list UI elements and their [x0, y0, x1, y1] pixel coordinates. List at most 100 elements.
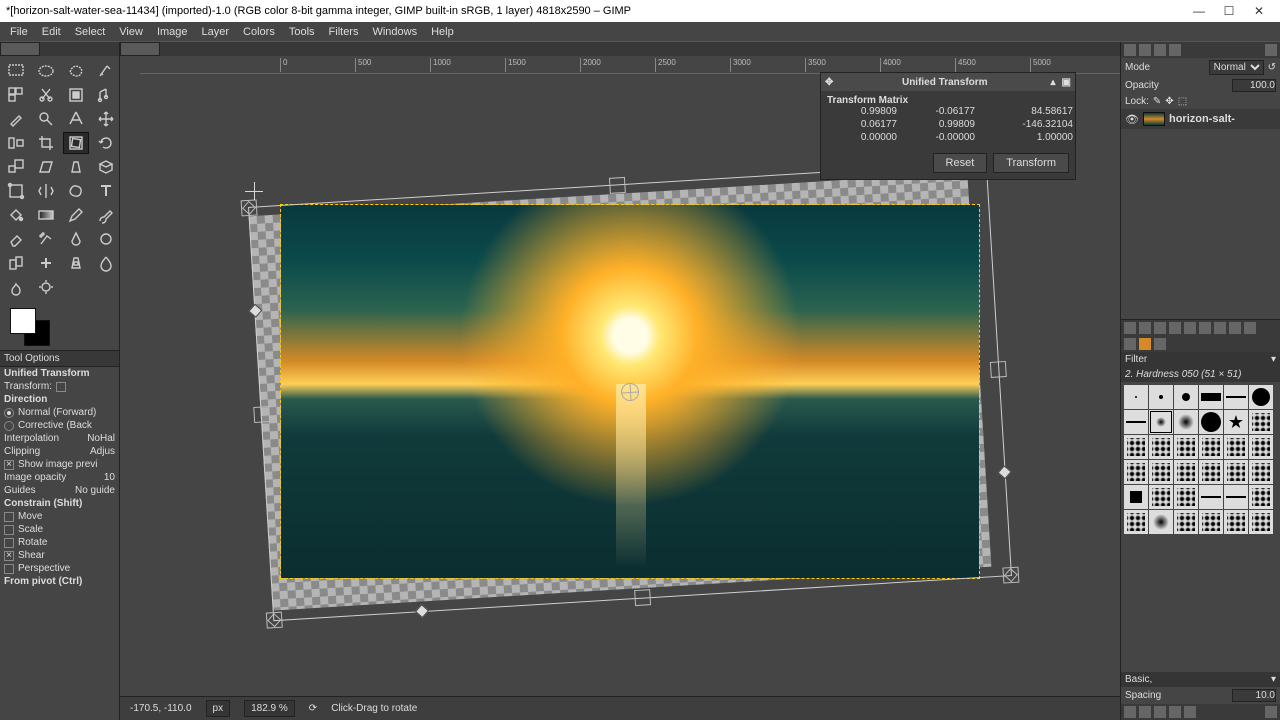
- ut-close-icon[interactable]: ▣: [1062, 77, 1071, 88]
- layer-visibility-icon[interactable]: 👁: [1125, 113, 1139, 126]
- opt-transform-target[interactable]: [56, 382, 66, 392]
- tool-airbrush[interactable]: [33, 228, 59, 250]
- menu-select[interactable]: Select: [69, 24, 112, 40]
- status-zoom[interactable]: 182.9 %: [244, 700, 295, 717]
- tool-align[interactable]: [3, 132, 29, 154]
- tool-gradient[interactable]: [33, 204, 59, 226]
- brush[interactable]: [1124, 510, 1148, 534]
- ut-reset-button[interactable]: Reset: [933, 153, 988, 173]
- layer-delete-icon[interactable]: [1244, 322, 1256, 334]
- brush-new-icon[interactable]: [1139, 706, 1151, 718]
- menu-windows[interactable]: Windows: [366, 24, 423, 40]
- opt-show-preview[interactable]: Show image previ: [0, 458, 119, 471]
- brush-refresh-icon[interactable]: [1184, 706, 1196, 718]
- tool-paths[interactable]: [93, 84, 119, 106]
- tool-eraser[interactable]: [3, 228, 29, 250]
- tool-by-color[interactable]: [3, 84, 29, 106]
- brush[interactable]: [1224, 385, 1248, 409]
- menu-colors[interactable]: Colors: [237, 24, 281, 40]
- tab-undo-icon[interactable]: [1169, 44, 1181, 56]
- brush[interactable]: [1149, 435, 1173, 459]
- brush-filter-row[interactable]: Filter▾: [1121, 352, 1280, 367]
- brush[interactable]: [1174, 385, 1198, 409]
- brush[interactable]: [1124, 385, 1148, 409]
- brush[interactable]: [1224, 510, 1248, 534]
- brush[interactable]: [1174, 410, 1198, 434]
- unified-transform-panel[interactable]: ✥ Unified Transform ▴ ▣ Transform Matrix…: [820, 72, 1076, 180]
- tool-scissors[interactable]: [33, 84, 59, 106]
- tool-clone[interactable]: [3, 252, 29, 274]
- tool-color-picker[interactable]: [3, 108, 29, 130]
- opt-guides[interactable]: GuidesNo guide: [0, 484, 119, 497]
- opt-constrain-perspective[interactable]: Perspective: [0, 562, 119, 575]
- mode-reset-icon[interactable]: ↺: [1268, 62, 1276, 73]
- lock-alpha-icon[interactable]: ⬚: [1178, 96, 1187, 107]
- tool-flip[interactable]: [33, 180, 59, 202]
- ut-transform-button[interactable]: Transform: [993, 153, 1069, 173]
- tab-layers-icon[interactable]: [1124, 44, 1136, 56]
- layer-new-icon[interactable]: [1124, 322, 1136, 334]
- tool-perspective-clone[interactable]: [63, 252, 89, 274]
- tool-foreground[interactable]: [63, 84, 89, 106]
- brush[interactable]: [1224, 485, 1248, 509]
- layer-down-icon[interactable]: [1169, 322, 1181, 334]
- fg-color[interactable]: [10, 308, 36, 334]
- image-tab[interactable]: [120, 42, 160, 56]
- brush-selected[interactable]: [1149, 410, 1173, 434]
- tool-handle-transform[interactable]: [3, 180, 29, 202]
- brush[interactable]: [1249, 435, 1273, 459]
- layer-mask-icon[interactable]: [1229, 322, 1241, 334]
- layer-merge-icon[interactable]: [1214, 322, 1226, 334]
- brush[interactable]: [1249, 485, 1273, 509]
- tool-fuzzy-select[interactable]: [93, 60, 119, 82]
- layer-dup-icon[interactable]: [1184, 322, 1196, 334]
- spacing-input[interactable]: [1232, 689, 1276, 702]
- toolbox-tab[interactable]: [0, 42, 40, 56]
- brush[interactable]: [1174, 485, 1198, 509]
- brush[interactable]: ★: [1224, 410, 1248, 434]
- tab-brushes-icon[interactable]: [1124, 338, 1136, 350]
- brush[interactable]: [1124, 410, 1148, 434]
- close-button[interactable]: ✕: [1244, 4, 1274, 18]
- tool-crop[interactable]: [33, 132, 59, 154]
- tool-rect-select[interactable]: [3, 60, 29, 82]
- opt-interpolation[interactable]: InterpolationNoHal: [0, 432, 119, 445]
- brush[interactable]: [1249, 410, 1273, 434]
- brush[interactable]: [1124, 435, 1148, 459]
- tool-scale[interactable]: [3, 156, 29, 178]
- tool-3d-transform[interactable]: [93, 156, 119, 178]
- brush[interactable]: [1199, 435, 1223, 459]
- menu-filters[interactable]: Filters: [323, 24, 365, 40]
- tool-free-select[interactable]: [63, 60, 89, 82]
- tab-patterns-icon[interactable]: [1139, 338, 1151, 350]
- brush-delete-icon[interactable]: [1169, 706, 1181, 718]
- menu-edit[interactable]: Edit: [36, 24, 67, 40]
- lock-position-icon[interactable]: ✥: [1165, 96, 1173, 107]
- menu-file[interactable]: File: [4, 24, 34, 40]
- brush[interactable]: [1149, 460, 1173, 484]
- opt-image-opacity[interactable]: Image opacity10: [0, 471, 119, 484]
- brush[interactable]: [1149, 485, 1173, 509]
- tool-bucket[interactable]: [3, 204, 29, 226]
- brush[interactable]: [1224, 460, 1248, 484]
- status-unit[interactable]: px: [206, 700, 231, 717]
- tool-text[interactable]: [93, 180, 119, 202]
- brush-edit-icon[interactable]: [1124, 706, 1136, 718]
- brush[interactable]: [1249, 385, 1273, 409]
- layer-up-icon[interactable]: [1154, 322, 1166, 334]
- layer-group-icon[interactable]: [1139, 322, 1151, 334]
- opt-direction-normal[interactable]: Normal (Forward): [0, 406, 119, 419]
- tool-measure[interactable]: [63, 108, 89, 130]
- minimize-button[interactable]: —: [1184, 4, 1214, 18]
- opt-constrain-rotate[interactable]: Rotate: [0, 536, 119, 549]
- menu-image[interactable]: Image: [151, 24, 194, 40]
- tool-move[interactable]: [93, 108, 119, 130]
- brush[interactable]: [1199, 410, 1223, 434]
- layer-row[interactable]: 👁 horizon-salt-: [1121, 109, 1280, 129]
- brush[interactable]: [1124, 485, 1148, 509]
- brush[interactable]: [1149, 385, 1173, 409]
- tool-heal[interactable]: [33, 252, 59, 274]
- tab-gradients-icon[interactable]: [1154, 338, 1166, 350]
- menu-tools[interactable]: Tools: [283, 24, 321, 40]
- opt-clipping[interactable]: ClippingAdjus: [0, 445, 119, 458]
